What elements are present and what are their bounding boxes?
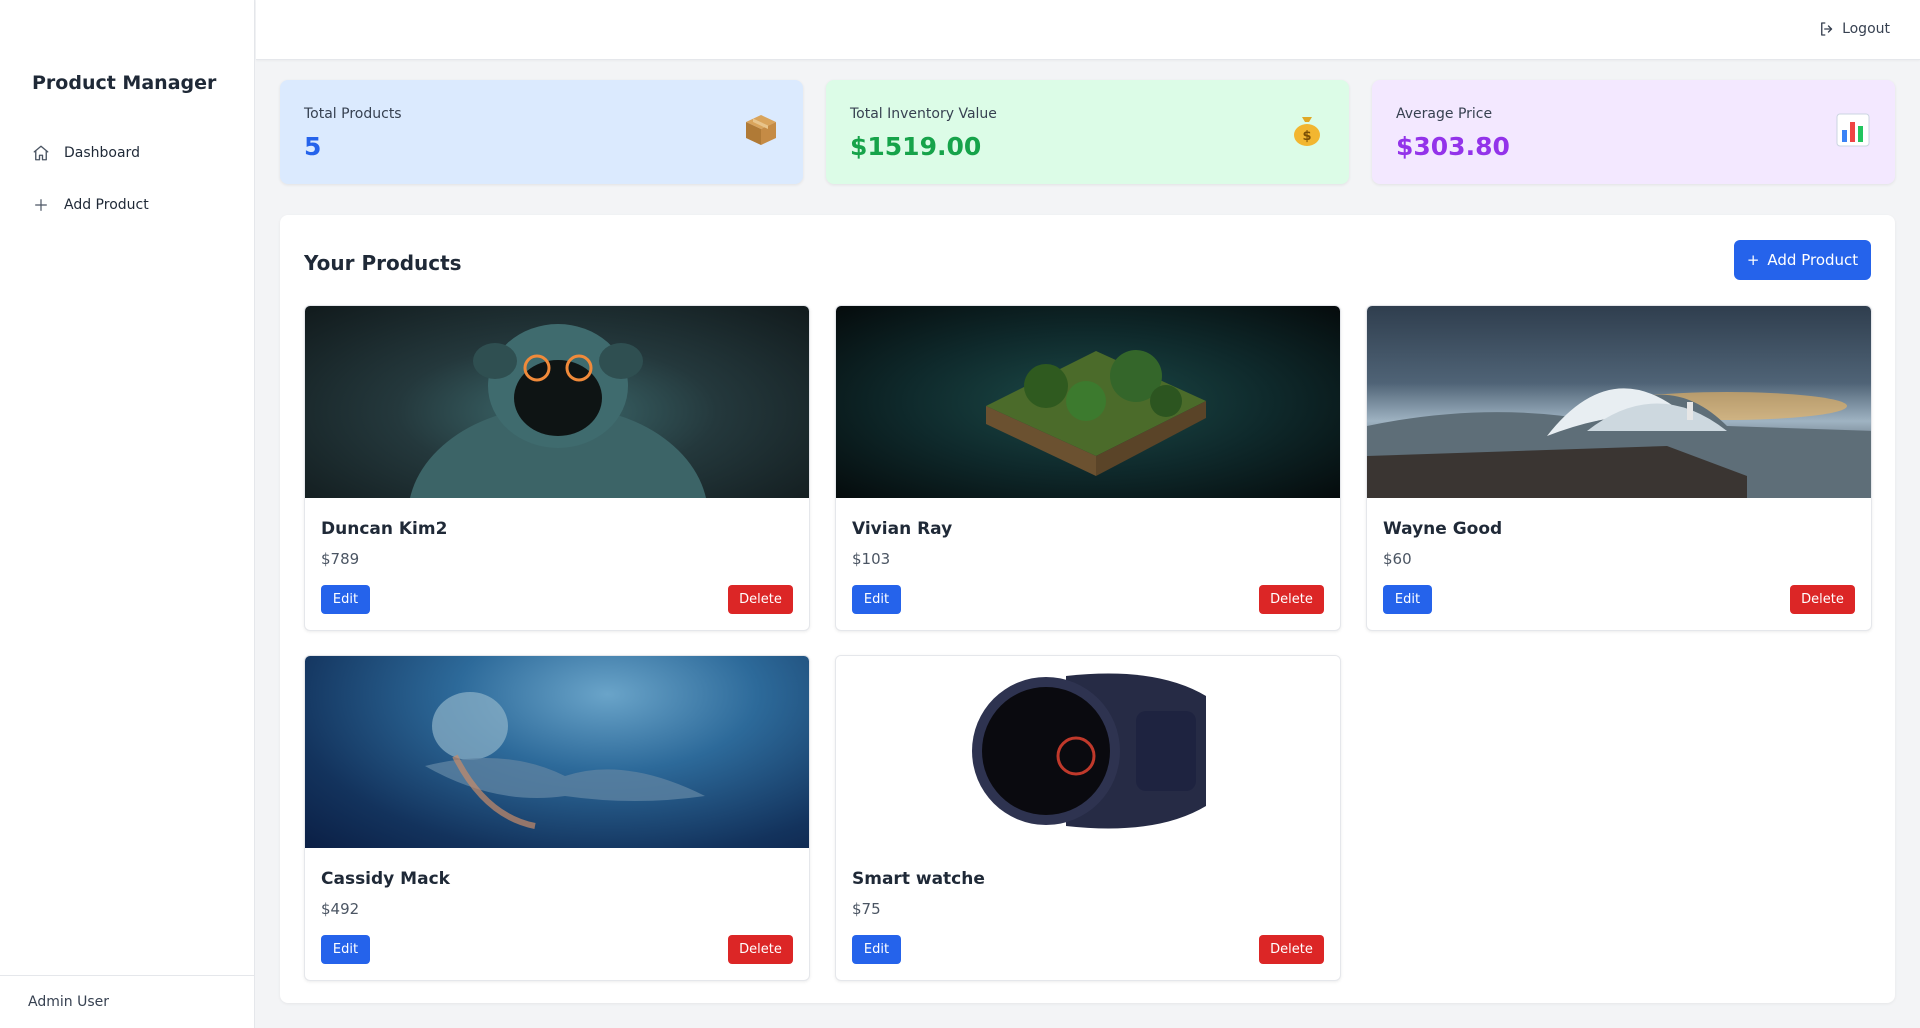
money-bag-icon: $ <box>1289 112 1325 153</box>
logout-icon <box>1818 20 1836 38</box>
product-card: Cassidy Mack $492 Edit Delete <box>304 655 810 981</box>
stat-card-inventory-value: Total Inventory Value $1519.00 $ <box>826 80 1349 184</box>
package-icon <box>743 112 779 153</box>
edit-button[interactable]: Edit <box>321 935 370 964</box>
floating-island-image <box>836 306 1340 498</box>
product-name: Wayne Good <box>1383 519 1503 539</box>
sidebar: Product Manager Dashboard Add Product Ad… <box>0 0 255 1028</box>
home-icon <box>32 144 50 162</box>
plus-icon <box>32 196 50 214</box>
stormy-wave-image <box>1367 306 1871 498</box>
delete-button[interactable]: Delete <box>1790 585 1855 614</box>
product-price: $60 <box>1383 550 1412 568</box>
add-product-button[interactable]: + Add Product <box>1734 240 1871 280</box>
stat-label: Average Price <box>1396 106 1493 122</box>
section-title: Your Products <box>304 251 462 275</box>
sidebar-item-add-product[interactable]: Add Product <box>32 190 149 220</box>
stat-card-average-price: Average Price $303.80 <box>1372 80 1895 184</box>
stat-value: 5 <box>304 132 322 161</box>
product-name: Smart watche <box>852 869 985 889</box>
sidebar-item-label: Dashboard <box>64 145 140 161</box>
edit-button[interactable]: Edit <box>852 585 901 614</box>
product-card: Duncan Kim2 $789 Edit Delete <box>304 305 810 631</box>
topbar: Logout <box>256 0 1920 60</box>
delete-button[interactable]: Delete <box>1259 585 1324 614</box>
product-name: Vivian Ray <box>852 519 953 539</box>
svg-text:$: $ <box>1302 129 1311 144</box>
plus-icon: + <box>1746 251 1760 269</box>
product-price: $789 <box>321 550 360 568</box>
product-price: $75 <box>852 900 881 918</box>
product-price: $492 <box>321 900 360 918</box>
stat-label: Total Inventory Value <box>850 106 997 122</box>
smart-watch-image <box>836 656 1340 848</box>
delete-button[interactable]: Delete <box>728 585 793 614</box>
stat-label: Total Products <box>304 106 402 122</box>
stat-card-total-products: Total Products 5 <box>280 80 803 184</box>
product-name: Duncan Kim2 <box>321 519 448 539</box>
stat-value: $1519.00 <box>850 132 982 161</box>
product-card: Smart watche $75 Edit Delete <box>835 655 1341 981</box>
add-product-label: Add Product <box>1767 251 1859 269</box>
sidebar-item-dashboard[interactable]: Dashboard <box>32 138 140 168</box>
product-card: Vivian Ray $103 Edit Delete <box>835 305 1341 631</box>
app-title: Product Manager <box>32 72 217 94</box>
product-price: $103 <box>852 550 891 568</box>
delete-button[interactable]: Delete <box>728 935 793 964</box>
stat-value: $303.80 <box>1396 132 1510 161</box>
current-user-name: Admin User <box>28 994 109 1010</box>
hooded-figure-image <box>305 306 809 626</box>
delete-button[interactable]: Delete <box>1259 935 1324 964</box>
product-card: Wayne Good $60 Edit Delete <box>1366 305 1872 631</box>
logout-label: Logout <box>1842 21 1890 37</box>
sidebar-item-label: Add Product <box>64 197 149 213</box>
product-name: Cassidy Mack <box>321 869 450 889</box>
products-panel: Your Products + Add Product Duncan Kim2 … <box>280 215 1895 1003</box>
edit-button[interactable]: Edit <box>1383 585 1432 614</box>
sidebar-footer: Admin User <box>0 975 255 1028</box>
underwater-figure-image <box>305 656 809 848</box>
bar-chart-icon <box>1835 112 1871 153</box>
edit-button[interactable]: Edit <box>321 585 370 614</box>
edit-button[interactable]: Edit <box>852 935 901 964</box>
logout-button[interactable]: Logout <box>1818 20 1890 38</box>
